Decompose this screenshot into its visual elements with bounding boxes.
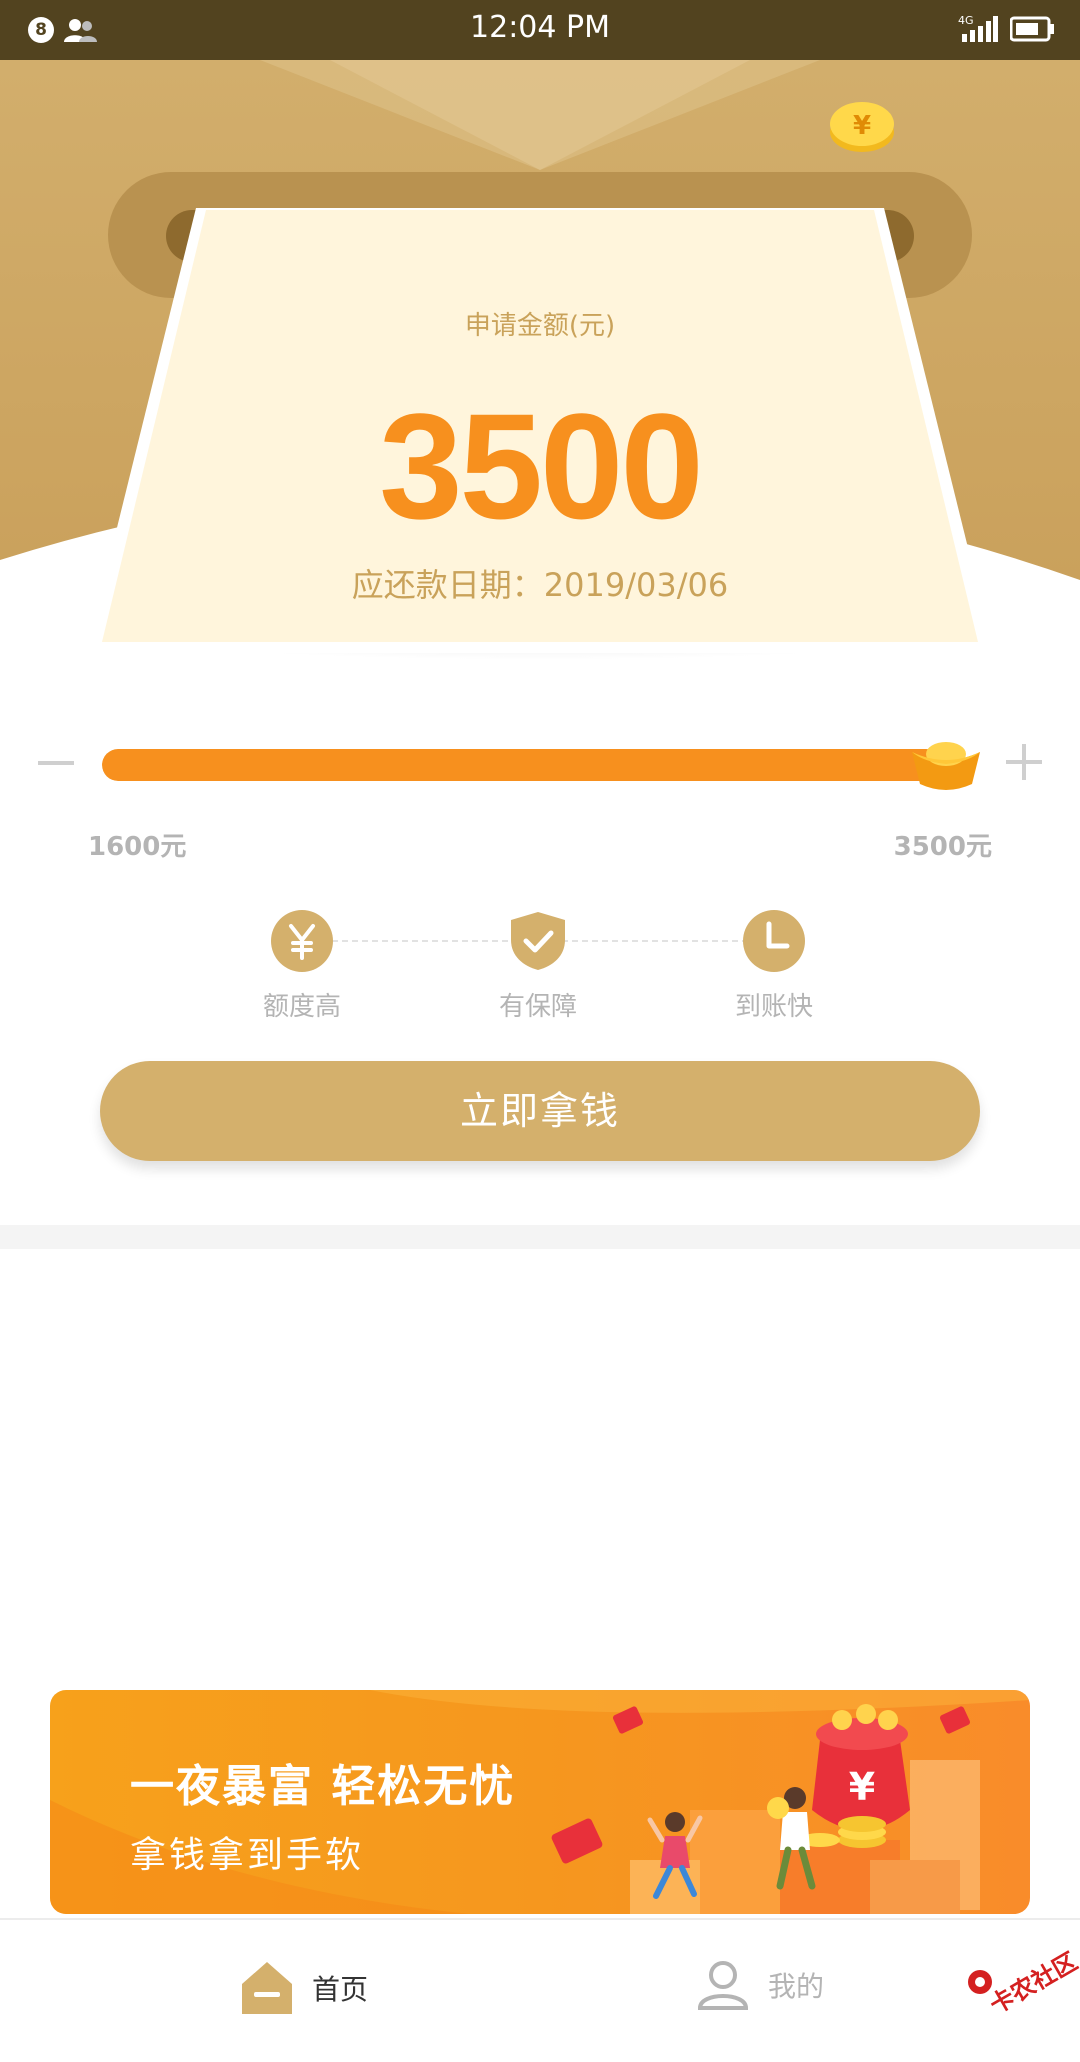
status-bar: 8 12:04 PM 4G	[0, 0, 1080, 60]
signal-icon: 4G	[958, 14, 998, 42]
coin-icon: ¥	[830, 102, 894, 152]
svg-text:¥: ¥	[849, 1765, 875, 1809]
banner-subtitle: 拿钱拿到手软	[130, 1835, 365, 1876]
due-date-label: 应还款日期：	[351, 566, 544, 604]
battery-icon	[1010, 16, 1054, 42]
section-divider	[0, 1225, 1080, 1249]
slider-max-label: 3500元	[893, 832, 992, 862]
increase-button[interactable]	[1006, 744, 1042, 780]
feature-label: 额度高	[262, 992, 341, 1022]
gold-ingot-thumb-icon[interactable]	[908, 738, 984, 796]
promo-banner[interactable]: ¥ 一夜暴富 轻松无忧 拿钱拿到手软	[50, 1690, 1030, 1914]
feature-fast-arrival: 到账快	[694, 910, 854, 1023]
nav-mine-label: 我的	[768, 1970, 825, 2003]
nav-home-label: 首页	[312, 1973, 369, 2006]
feature-label: 有保障	[498, 992, 577, 1022]
get-money-button[interactable]: 立即拿钱	[100, 1061, 980, 1161]
slider-fill	[102, 749, 942, 781]
due-date-row: 应还款日期：2019/03/06	[0, 560, 1080, 606]
home-icon	[242, 1962, 292, 2014]
nav-home[interactable]: 首页	[240, 1960, 368, 2016]
decrease-button[interactable]	[38, 748, 74, 778]
due-date-value: 2019/03/06	[543, 566, 729, 604]
apply-amount-label: 申请金额(元)	[464, 311, 616, 341]
amount-value: 3500	[379, 382, 704, 550]
svg-text:¥: ¥	[853, 111, 871, 141]
slider-min-label: 1600元	[88, 832, 187, 862]
shield-check-icon	[505, 910, 571, 972]
bottom-nav: 首页 我的	[0, 1918, 1080, 2062]
nav-mine[interactable]: 我的	[696, 1960, 824, 2010]
feature-guaranteed: 有保障	[458, 910, 618, 1023]
feature-high-limit: 额度高	[222, 910, 382, 1023]
banner-title: 一夜暴富 轻松无忧	[130, 1761, 516, 1812]
feature-label: 到账快	[734, 992, 813, 1022]
status-time: 12:04 PM	[470, 10, 610, 45]
user-icon	[697, 1961, 749, 2010]
yen-icon	[269, 910, 335, 972]
amount-slider[interactable]	[102, 749, 942, 781]
clock-icon	[741, 910, 807, 972]
